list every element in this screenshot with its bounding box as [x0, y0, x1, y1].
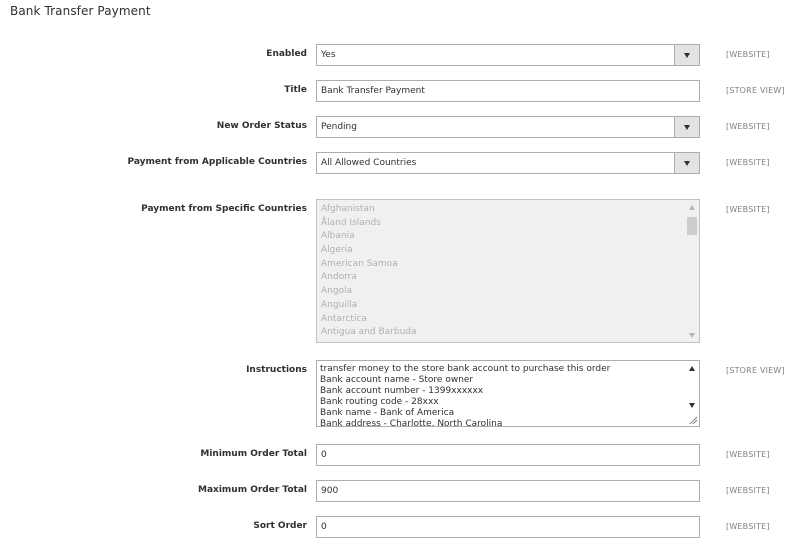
instructions-textarea[interactable]: transfer money to the store bank account… — [316, 360, 700, 427]
scroll-up-button[interactable] — [685, 361, 699, 375]
max-order-total-input[interactable]: 900 — [316, 480, 700, 502]
country-option[interactable]: Albania — [321, 230, 683, 244]
enabled-select[interactable]: Yes — [316, 44, 700, 66]
instructions-line: Bank name - Bank of America — [320, 408, 455, 418]
instructions-line: Bank routing code - 28xxx — [320, 397, 439, 407]
specific-countries-options: Afghanistan Åland Islands Albania Algeri… — [321, 203, 683, 340]
max-order-total-scope: [WEBSITE] — [726, 486, 770, 495]
country-option[interactable]: Antarctica — [321, 313, 683, 327]
instructions-line: Bank account number - 1399xxxxxx — [320, 386, 484, 396]
chevron-down-icon — [684, 124, 690, 130]
arrow-down-icon — [689, 332, 695, 338]
country-option[interactable]: Anguilla — [321, 299, 683, 313]
title-input[interactable]: Bank Transfer Payment — [316, 80, 700, 102]
title-label: Title — [284, 85, 307, 95]
max-order-total-label: Maximum Order Total — [197, 485, 307, 495]
specific-countries-multiselect[interactable]: Afghanistan Åland Islands Albania Algeri… — [316, 199, 700, 343]
enabled-label: Enabled — [266, 49, 307, 59]
instructions-line: Bank account name - Store owner — [320, 375, 474, 385]
sort-order-label: Sort Order — [253, 521, 307, 531]
arrow-up-icon — [689, 365, 695, 371]
specific-countries-label: Payment from Specific Countries — [141, 204, 307, 214]
new-order-status-select[interactable]: Pending — [316, 116, 700, 138]
country-option[interactable]: Antigua and Barbuda — [321, 326, 683, 340]
country-option[interactable]: Afghanistan — [321, 203, 683, 217]
applicable-countries-select-arrow[interactable] — [674, 153, 699, 173]
instructions-line: transfer money to the store bank account… — [320, 364, 611, 374]
min-order-total-scope: [WEBSITE] — [726, 450, 770, 459]
arrow-up-icon — [689, 204, 695, 210]
title-scope: [STORE VIEW] — [726, 86, 785, 95]
country-option[interactable]: American Samoa — [321, 258, 683, 272]
specific-countries-scope: [WEBSITE] — [726, 205, 770, 214]
enabled-select-value: Yes — [321, 50, 336, 60]
new-order-status-select-value: Pending — [321, 122, 357, 132]
instructions-scope: [STORE VIEW] — [726, 366, 785, 375]
scroll-down-button[interactable] — [685, 328, 699, 342]
enabled-scope: [WEBSITE] — [726, 50, 770, 59]
applicable-countries-label: Payment from Applicable Countries — [127, 157, 307, 167]
new-order-status-label: New Order Status — [216, 121, 307, 131]
arrow-down-icon — [689, 402, 695, 408]
country-option[interactable]: Angola — [321, 285, 683, 299]
instructions-line: Bank address - Charlotte, North Carolina — [320, 419, 503, 427]
chevron-down-icon — [684, 52, 690, 58]
sort-order-input[interactable]: 0 — [316, 516, 700, 538]
section-title: Bank Transfer Payment — [10, 4, 151, 18]
scroll-up-button[interactable] — [685, 200, 699, 214]
applicable-countries-select[interactable]: All Allowed Countries — [316, 152, 700, 174]
specific-countries-scrollbar[interactable] — [685, 200, 699, 342]
min-order-total-label: Minimum Order Total — [200, 449, 307, 459]
chevron-down-icon — [684, 160, 690, 166]
applicable-countries-scope: [WEBSITE] — [726, 158, 770, 167]
country-option[interactable]: Andorra — [321, 271, 683, 285]
country-option[interactable]: Åland Islands — [321, 217, 683, 231]
new-order-status-select-arrow[interactable] — [674, 117, 699, 137]
scroll-down-button[interactable] — [685, 398, 699, 412]
enabled-select-arrow[interactable] — [674, 45, 699, 65]
min-order-total-input[interactable]: 0 — [316, 444, 700, 466]
instructions-label: Instructions — [246, 365, 307, 375]
country-option[interactable]: Algeria — [321, 244, 683, 258]
applicable-countries-select-value: All Allowed Countries — [321, 158, 417, 168]
resize-grip-icon[interactable] — [688, 415, 698, 425]
sort-order-scope: [WEBSITE] — [726, 522, 770, 531]
new-order-status-scope: [WEBSITE] — [726, 122, 770, 131]
scroll-thumb[interactable] — [687, 217, 697, 235]
instructions-lines: transfer money to the store bank account… — [320, 364, 681, 427]
